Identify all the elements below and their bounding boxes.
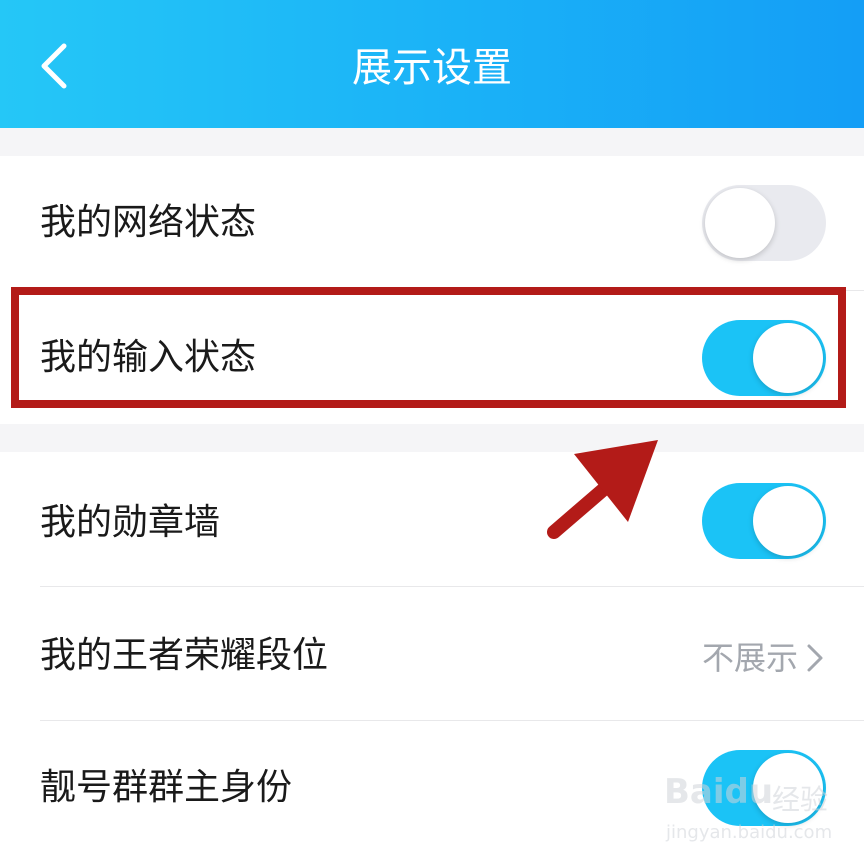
setting-row-honor-of-kings-rank[interactable]: 我的王者荣耀段位 不展示 — [0, 587, 864, 720]
honor-of-kings-rank-value: 不展示 — [701, 639, 798, 677]
title-bar: 展示设置 — [0, 0, 864, 128]
highlight-annotation-box — [11, 287, 846, 408]
setting-label-badge-wall: 我的勋章墙 — [40, 502, 221, 543]
setting-label-network-status: 我的网络状态 — [40, 202, 257, 243]
setting-row-network-status[interactable]: 我的网络状态 — [0, 156, 864, 290]
badge-wall-toggle[interactable] — [702, 483, 826, 559]
watermark-jingyan: 经验 — [772, 783, 829, 816]
toggle-knob — [753, 486, 823, 556]
page-title: 展示设置 — [352, 45, 512, 91]
watermark-url: jingyan.baidu.com — [666, 822, 833, 843]
setting-label-honor-of-kings-rank: 我的王者荣耀段位 — [40, 635, 329, 676]
setting-label-group-owner-identity: 靓号群群主身份 — [40, 767, 293, 808]
toggle-knob — [705, 188, 775, 258]
network-status-toggle[interactable] — [702, 185, 826, 261]
chevron-right-icon — [807, 644, 823, 672]
setting-row-badge-wall[interactable]: 我的勋章墙 — [0, 452, 864, 586]
watermark-brand: Baidu — [664, 772, 774, 812]
baidu-jingyan-watermark: Baidu 经验 jingyan.baidu.com — [660, 764, 840, 854]
annotation-arrow-icon — [547, 440, 658, 539]
